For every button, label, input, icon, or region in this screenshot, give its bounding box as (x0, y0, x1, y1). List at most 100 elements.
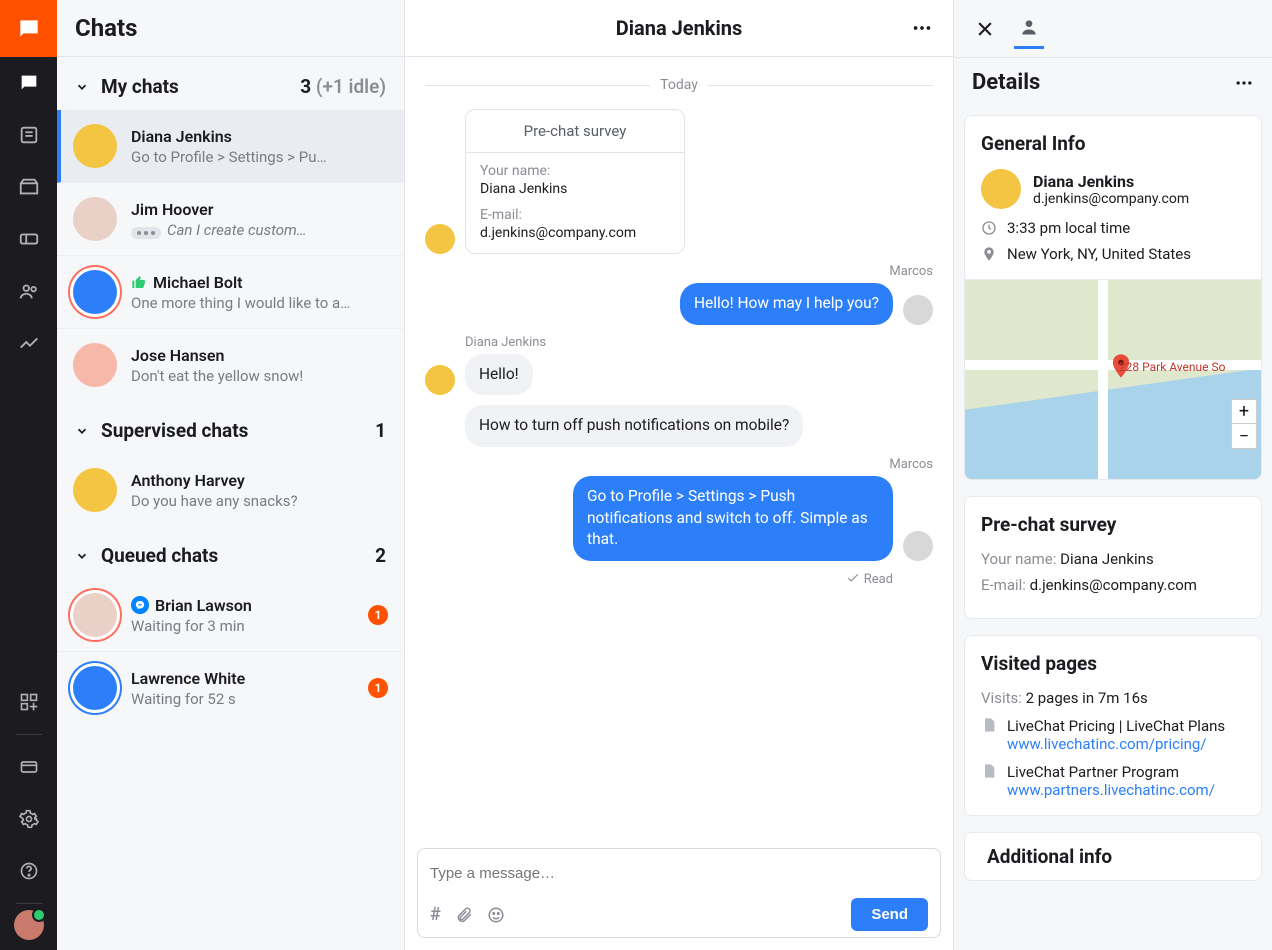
group-label: My chats (101, 75, 179, 98)
nav-coupons-icon[interactable] (0, 213, 57, 265)
chat-item-jim[interactable]: Jim Hoover Can I create custom… (57, 183, 404, 256)
visited-pages-card: Visited pages Visits: 2 pages in 7m 16s … (964, 635, 1262, 816)
avatar (73, 593, 117, 637)
card-title: Additional info (965, 833, 1261, 880)
tab-customer-info[interactable] (1014, 9, 1044, 49)
nav-apps-icon[interactable] (0, 676, 57, 728)
message-bubble: Hello! How may I help you? (680, 283, 893, 325)
nav-archive-icon[interactable] (0, 161, 57, 213)
chat-name: Lawrence White (131, 669, 368, 688)
chat-name: Michael Bolt (131, 273, 388, 292)
messenger-icon (131, 596, 149, 614)
avatar (73, 124, 117, 168)
close-details-button[interactable] (970, 9, 1000, 49)
page-title: LiveChat Partner Program (1007, 763, 1215, 781)
customer-name: Diana Jenkins (1033, 172, 1189, 191)
avatar (981, 169, 1021, 209)
document-icon (981, 763, 997, 799)
nav-reports-icon[interactable] (0, 317, 57, 369)
details-panel: Details General Info Diana Jenkins d.jen… (954, 0, 1272, 950)
conversation-header: Diana Jenkins (405, 0, 953, 57)
page-url[interactable]: www.partners.livechatinc.com/ (1007, 781, 1215, 799)
chat-preview: Waiting for 52 s (131, 690, 368, 708)
page-title: LiveChat Pricing | LiveChat Plans (1007, 717, 1225, 735)
message-bubble: How to turn off push notifications on mo… (465, 405, 803, 447)
card-title: General Info (981, 132, 1245, 155)
location-map[interactable]: 228 Park Avenue So + − (964, 280, 1262, 480)
additional-info-card: Additional info (964, 832, 1262, 881)
chat-preview: Don't eat the yellow snow! (131, 367, 388, 385)
sender-label: Marcos (425, 264, 933, 279)
chat-item-lawrence[interactable]: Lawrence White Waiting for 52 s 1 (57, 652, 404, 724)
location-icon (981, 246, 997, 262)
card-title: Visited pages (981, 652, 1245, 675)
avatar (73, 666, 117, 710)
general-info-card: General Info Diana Jenkins d.jenkins@com… (964, 115, 1262, 280)
typing-indicator-icon (131, 227, 161, 239)
map-zoom-out-button[interactable]: − (1232, 424, 1256, 448)
nav-settings-icon[interactable] (0, 793, 57, 845)
message-composer: # Send (417, 848, 941, 938)
attach-icon[interactable] (455, 906, 473, 924)
nav-billing-icon[interactable] (0, 741, 57, 793)
card-title: Pre-chat survey (981, 513, 1245, 536)
group-label: Queued chats (101, 544, 218, 567)
hashtag-icon[interactable]: # (430, 904, 441, 925)
group-queued-chats[interactable]: Queued chats 2 (57, 526, 404, 579)
avatar (425, 224, 455, 254)
read-receipt: Read (425, 571, 893, 587)
nav-team-icon[interactable] (0, 265, 57, 317)
avatar (73, 270, 117, 314)
map-address-label: 228 Park Avenue So (1119, 360, 1226, 374)
chat-item-diana[interactable]: Diana Jenkins Go to Profile > Settings >… (57, 110, 404, 183)
send-button[interactable]: Send (851, 898, 928, 931)
conversation-panel: Diana Jenkins Today Pre-chat survey Your… (405, 0, 954, 950)
chat-preview: One more thing I would like to a… (131, 294, 388, 312)
more-icon[interactable] (1234, 73, 1254, 93)
date-divider: Today (425, 77, 933, 93)
chat-list-title: Chats (57, 0, 404, 57)
chevron-down-icon (75, 549, 89, 563)
group-supervised-chats[interactable]: Supervised chats 1 (57, 401, 404, 454)
chat-preview: Can I create custom… (131, 221, 388, 239)
chat-preview: Waiting for 3 min (131, 617, 368, 635)
unread-badge: 1 (368, 605, 388, 625)
chat-list-panel: Chats My chats 3 (+1 idle) Diana Jenkins… (57, 0, 405, 950)
nav-tickets-icon[interactable] (0, 109, 57, 161)
thumbs-up-icon (131, 274, 147, 290)
map-zoom-in-button[interactable]: + (1232, 400, 1256, 424)
user-presence-avatar[interactable] (14, 910, 44, 940)
clock-icon (981, 220, 997, 236)
sender-label: Marcos (425, 457, 933, 472)
chat-name: Diana Jenkins (131, 127, 388, 146)
document-icon (981, 717, 997, 753)
details-title: Details (972, 70, 1040, 95)
message-input[interactable] (430, 859, 928, 898)
sender-label: Diana Jenkins (465, 335, 933, 350)
chat-item-jose[interactable]: Jose Hansen Don't eat the yellow snow! (57, 329, 404, 401)
nav-rail (0, 0, 57, 950)
prechat-survey-card: Pre-chat survey Your name:Diana Jenkins … (465, 109, 685, 254)
chat-preview: Go to Profile > Settings > Pu… (131, 148, 388, 166)
unread-badge: 1 (368, 678, 388, 698)
conversation-title: Diana Jenkins (616, 16, 743, 40)
group-my-chats[interactable]: My chats 3 (+1 idle) (57, 57, 404, 110)
chat-preview: Do you have any snacks? (131, 492, 388, 510)
nav-help-icon[interactable] (0, 845, 57, 897)
chat-item-michael[interactable]: Michael Bolt One more thing I would like… (57, 256, 404, 329)
more-icon[interactable] (911, 17, 933, 39)
chat-item-brian[interactable]: Brian Lawson Waiting for 3 min 1 (57, 579, 404, 652)
group-label: Supervised chats (101, 419, 248, 442)
brand-logo[interactable] (0, 0, 57, 57)
avatar (903, 531, 933, 561)
avatar (73, 197, 117, 241)
emoji-icon[interactable] (487, 906, 505, 924)
chat-name: Jim Hoover (131, 200, 388, 219)
chevron-down-icon (75, 424, 89, 438)
chat-name: Brian Lawson (131, 596, 368, 615)
chat-item-anthony[interactable]: Anthony Harvey Do you have any snacks? (57, 454, 404, 526)
customer-email: d.jenkins@company.com (1033, 191, 1189, 207)
message-bubble: Go to Profile > Settings > Push notifica… (573, 476, 893, 561)
page-url[interactable]: www.livechatinc.com/pricing/ (1007, 735, 1225, 753)
nav-chats-icon[interactable] (0, 57, 57, 109)
